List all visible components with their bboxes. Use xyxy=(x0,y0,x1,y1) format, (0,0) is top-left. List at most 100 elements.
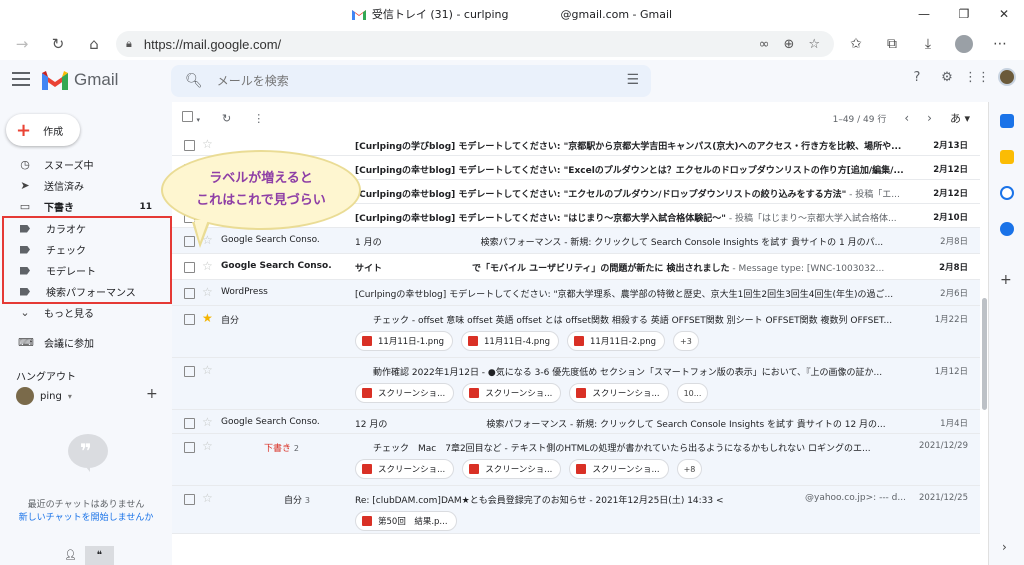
attachment-chip[interactable]: スクリーンショ... xyxy=(569,459,669,479)
prev-page-icon[interactable]: ‹ xyxy=(904,111,909,125)
email-row[interactable]: ☆ 自分 3 Re: [clubDAM.com]DAM★とも会員登録完了のお知ら… xyxy=(172,486,980,534)
close-window-button[interactable]: ✕ xyxy=(984,0,1024,28)
nav-item-snoozed[interactable]: ◷ スヌーズ中 xyxy=(0,154,172,175)
email-row[interactable]: ☆ Google Search Conso. 12 月の 検索パフォーマンス -… xyxy=(172,410,980,434)
search-options-icon[interactable]: ☰ xyxy=(626,72,639,88)
nav-label-search-performance[interactable]: 検索パフォーマンス xyxy=(0,281,172,302)
attachment-chip[interactable]: 第50回 結果.p... xyxy=(355,511,457,531)
gmail-logo[interactable]: Gmail xyxy=(42,70,118,90)
nav-label-moderate[interactable]: モデレート xyxy=(0,260,172,281)
compose-button[interactable]: + 作成 xyxy=(6,114,80,146)
scrollbar-thumb[interactable] xyxy=(982,298,987,410)
download-icon[interactable]: ⤓ xyxy=(910,36,946,52)
attachment-chip[interactable]: スクリーンショ... xyxy=(569,383,669,403)
email-list-scrollbar[interactable] xyxy=(980,102,988,565)
favorite-add-icon[interactable]: ☆ xyxy=(808,37,820,52)
nav-label-karaoke[interactable]: カラオケ xyxy=(0,218,172,239)
apps-grid-icon[interactable]: ⋮⋮ xyxy=(964,68,990,86)
start-new-chat-link[interactable]: 新しいチャットを開始しませんか xyxy=(0,510,172,523)
attachment-chip[interactable]: 11月11日-2.png xyxy=(567,331,665,351)
more-attachments-chip[interactable]: +3 xyxy=(673,331,699,351)
star-icon[interactable]: ☆ xyxy=(202,363,213,377)
row-checkbox[interactable] xyxy=(184,262,195,273)
email-subject: チェック Mac 7章2回目など - テキスト側のHTMLの処理が書かれていたら… xyxy=(373,444,871,454)
contacts-icon[interactable] xyxy=(1000,222,1014,236)
next-page-icon[interactable]: › xyxy=(927,111,932,125)
email-subject: 12 月の 検索パフォーマンス - 新規: クリックして Search Cons… xyxy=(355,420,886,430)
attachment-chip[interactable]: 11月11日-4.png xyxy=(461,331,559,351)
hangouts-quote-icon[interactable]: ❝ xyxy=(85,546,114,565)
address-bar[interactable]: 🔒︎ https://mail.google.com/ ∞ ⊕ ☆ xyxy=(116,31,834,57)
attachment-chip[interactable]: スクリーンショ... xyxy=(462,383,562,403)
contacts-person-icon[interactable]: 👤︎ xyxy=(56,546,85,565)
attachment-chip[interactable]: スクリーンショ... xyxy=(355,383,455,403)
email-date: 2月8日 xyxy=(940,237,968,247)
email-row[interactable]: ☆ Google Search Conso. サイト で「モバイル ユーザビリテ… xyxy=(172,254,980,280)
new-chat-plus-icon[interactable]: + xyxy=(146,386,158,402)
email-row[interactable]: ☆ WordPress [Curlpingの幸せblog] モデレートしてくださ… xyxy=(172,280,980,306)
left-navigation: + 作成 ◷ スヌーズ中 ➤ 送信済み ▭ 下書き 11 カラオケ チェック モ… xyxy=(0,102,172,565)
email-row[interactable]: ★ 自分 チェック - offset 意味 offset 英語 offset と… xyxy=(172,306,980,358)
row-checkbox[interactable] xyxy=(184,140,195,151)
email-row[interactable]: ☆ 下書き 2 チェック Mac 7章2回目など - テキスト側のHTMLの処理… xyxy=(172,434,980,486)
row-checkbox[interactable] xyxy=(184,366,195,377)
star-icon[interactable]: ★ xyxy=(202,311,213,325)
gmail-m-icon xyxy=(42,71,68,90)
main-menu-icon[interactable] xyxy=(12,72,30,88)
chevron-right-icon[interactable]: › xyxy=(1002,540,1007,554)
tasks-icon[interactable] xyxy=(1000,186,1014,200)
minimize-button[interactable]: — xyxy=(904,0,944,28)
reload-button[interactable]: ↻ xyxy=(40,28,76,60)
image-file-icon xyxy=(469,388,480,398)
search-input[interactable] xyxy=(216,74,597,88)
star-icon[interactable]: ☆ xyxy=(202,439,213,453)
home-button[interactable]: ⌂ xyxy=(76,28,112,60)
attachment-chip[interactable]: スクリーンショ... xyxy=(462,459,562,479)
input-tools-button[interactable]: あ ▾ xyxy=(950,110,970,126)
row-checkbox[interactable] xyxy=(184,418,195,429)
nav-item-drafts[interactable]: ▭ 下書き 11 xyxy=(0,196,172,217)
zoom-icon[interactable]: ⊕ xyxy=(783,37,794,52)
more-actions-icon[interactable]: ⋮ xyxy=(253,112,264,125)
attachment-chip[interactable]: 11月11日-1.png xyxy=(355,331,453,351)
more-attachments-chip[interactable]: 10... xyxy=(676,383,709,403)
row-checkbox[interactable] xyxy=(184,494,195,505)
window-titlebar: 受信トレイ (31) - curlping @gmail.com - Gmail… xyxy=(0,0,1024,28)
star-icon[interactable]: ☆ xyxy=(202,415,213,429)
row-checkbox[interactable] xyxy=(184,314,195,325)
nav-item-more[interactable]: ⌄ もっと見る xyxy=(0,302,172,323)
star-icon[interactable]: ☆ xyxy=(202,491,213,505)
email-row[interactable]: ☆ Google Search Conso. 1 月の 検索パフォーマンス - … xyxy=(172,228,980,254)
star-icon[interactable]: ☆ xyxy=(202,259,213,273)
profile-button[interactable] xyxy=(946,35,982,53)
url-text: https://mail.google.com/ xyxy=(143,36,282,52)
select-all-checkbox[interactable]: ▾ xyxy=(182,111,200,125)
more-menu-icon[interactable]: ⋯ xyxy=(982,36,1018,52)
nav-label-check[interactable]: チェック xyxy=(0,239,172,260)
star-icon[interactable]: ☆ xyxy=(202,137,213,151)
row-checkbox[interactable] xyxy=(184,288,195,299)
nav-item-meet[interactable]: ⌨ 会議に参加 xyxy=(0,332,172,353)
nav-item-sent[interactable]: ➤ 送信済み xyxy=(0,175,172,196)
refresh-icon[interactable]: ↻ xyxy=(222,112,231,125)
row-checkbox[interactable] xyxy=(184,442,195,453)
hangouts-user[interactable]: ping ▾ xyxy=(16,387,72,405)
keep-icon[interactable] xyxy=(1000,150,1014,164)
add-addon-plus-icon[interactable]: + xyxy=(1000,272,1012,288)
help-icon[interactable]: ? xyxy=(908,68,926,86)
maximize-button[interactable]: ❐ xyxy=(944,0,984,28)
more-attachments-chip[interactable]: +8 xyxy=(676,459,703,479)
search-icon[interactable]: 🔍︎ xyxy=(185,73,203,89)
email-row[interactable]: ☆ 動作確認 2022年1月12日 - ●気になる 3-6 優先度低め セクショ… xyxy=(172,358,980,410)
settings-gear-icon[interactable]: ⚙ xyxy=(938,68,956,86)
account-avatar[interactable] xyxy=(998,68,1016,86)
email-date: 2月12日 xyxy=(933,189,968,199)
label-icon xyxy=(20,224,30,233)
collections-icon[interactable]: ⧉ xyxy=(874,36,910,52)
reader-icon[interactable]: ∞ xyxy=(759,37,770,52)
attachment-chip[interactable]: スクリーンショ... xyxy=(355,459,455,479)
favorites-icon[interactable]: ✩ xyxy=(838,36,874,52)
star-icon[interactable]: ☆ xyxy=(202,285,213,299)
back-button[interactable]: → xyxy=(4,28,40,60)
calendar-icon[interactable] xyxy=(1000,114,1014,128)
